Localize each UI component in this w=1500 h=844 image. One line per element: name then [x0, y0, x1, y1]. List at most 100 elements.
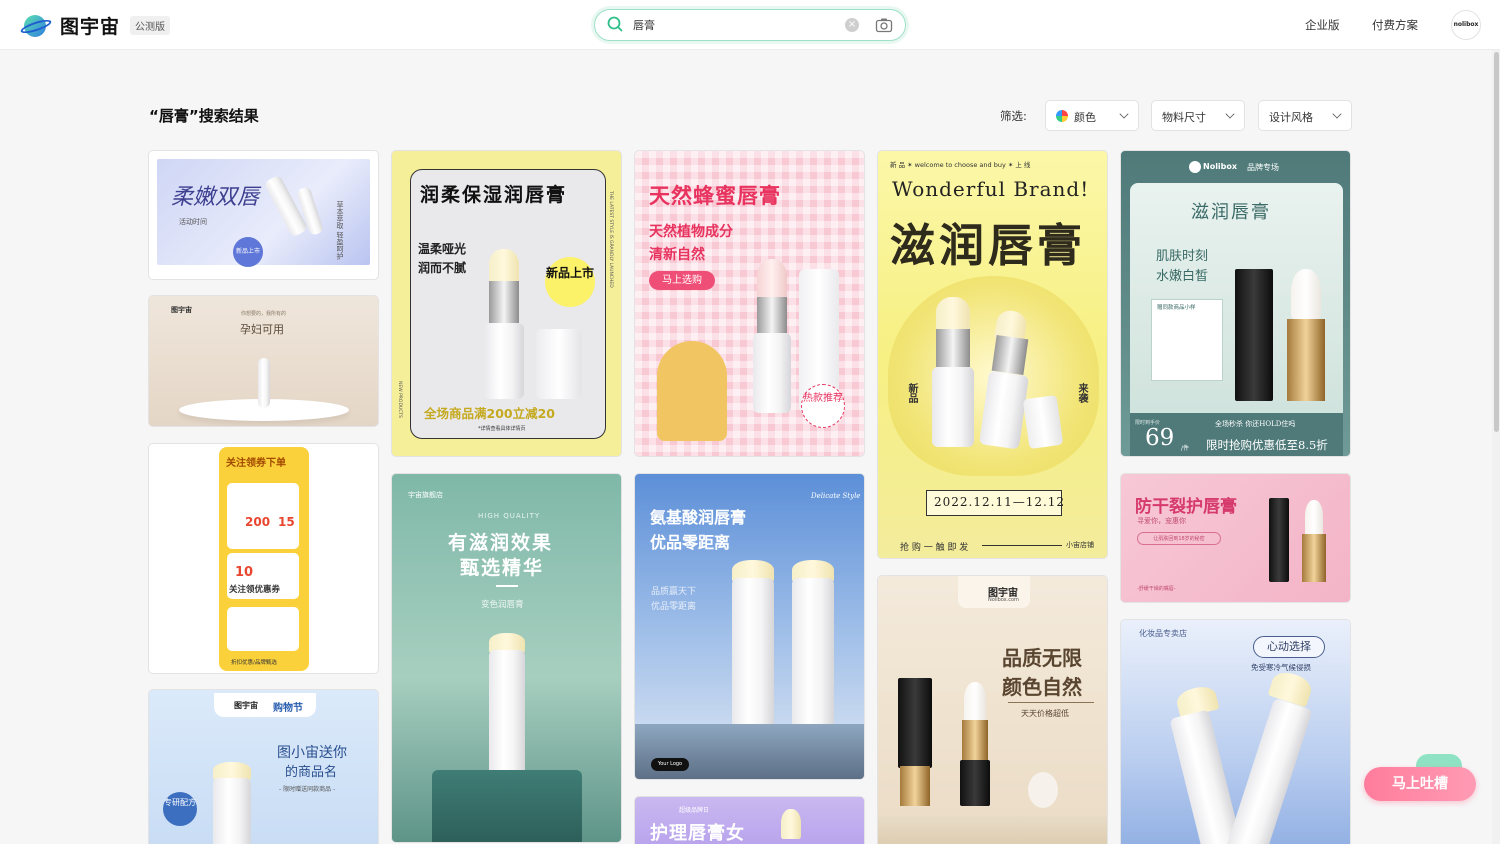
- card-brand-sub: Nolibox.com: [988, 597, 1019, 603]
- size-filter-label: 物料尺寸: [1162, 111, 1206, 124]
- template-card[interactable]: 超级品牌日 护理唇膏女: [634, 796, 865, 844]
- color-filter-dropdown[interactable]: 颜色: [1045, 100, 1139, 131]
- card-gift: 赠同款商品小样: [1157, 305, 1196, 311]
- chevron-down-icon: [1332, 109, 1342, 119]
- card-side-text: THE LATEST STYLE IS GRANDLY LAUNCHED: [608, 191, 613, 288]
- card-badge: 专研配方: [163, 792, 197, 826]
- card-subtitle: 清新自然: [649, 247, 705, 263]
- color-filter-label: 颜色: [1074, 111, 1096, 124]
- card-title: 润柔保湿润唇膏: [420, 184, 568, 206]
- template-card[interactable]: Delicate Style 氨基酸润唇膏 优品零距离 品质赢天下 优品零距离 …: [634, 473, 865, 780]
- card-brand: 图宇宙: [234, 701, 258, 710]
- card-brand: 图宇宙: [171, 306, 192, 314]
- card-subtitle: 品质赢天下: [651, 587, 697, 597]
- color-wheel-icon: [1056, 110, 1068, 122]
- brand-logo[interactable]: 图宇宙 公测版: [19, 12, 171, 39]
- card-title: 优品零距离: [650, 533, 731, 552]
- brand-name: 图宇宙: [60, 16, 121, 38]
- card-title: 防干裂护唇膏: [1135, 497, 1237, 517]
- card-subtitle: 天天价格超低: [1021, 709, 1069, 718]
- card-promo: 限时抢购优惠低至8.5折: [1206, 438, 1328, 452]
- card-note: 全场秒杀 你还HOLD住吗: [1215, 420, 1296, 428]
- price-unit: /件: [1181, 445, 1190, 452]
- beta-badge: 公测版: [130, 16, 171, 35]
- card-title: 甄选精华: [460, 557, 545, 579]
- planet-logo-icon: [19, 13, 53, 39]
- chevron-down-icon: [1119, 109, 1129, 119]
- template-card[interactable]: 新 品 ✶ welcome to choose and buy ✶ 上 线 Wo…: [877, 150, 1108, 559]
- template-card[interactable]: 关注领券下单 200 15 10 关注领优惠券 折扣优惠/品牌甄选: [148, 443, 379, 674]
- card-subtitle: 天然植物成分: [649, 224, 733, 240]
- card-title: 氨基酸润唇膏: [650, 508, 747, 527]
- template-card[interactable]: 防干裂护唇膏 寻爱你，宠惠你 让肌肤回到18岁的秘密 -舒缓干燥的嘴唇-: [1120, 473, 1351, 603]
- template-card[interactable]: 天然蜂蜜唇膏 天然植物成分 清新自然 马上选购 热款推荐: [634, 150, 865, 457]
- card-topline: 新 品 ✶ welcome to choose and buy ✶ 上 线: [890, 161, 1031, 169]
- card-side-text: 新品: [906, 383, 917, 403]
- card-title: 有滋润效果: [448, 532, 554, 554]
- coupon-amount: 200: [245, 515, 271, 529]
- template-card[interactable]: 化妆品专卖店 心动选择 免受寒冷气候侵损: [1120, 619, 1351, 844]
- card-subtitle: 优品零距离: [651, 602, 697, 612]
- style-filter-dropdown[interactable]: 设计风格: [1258, 100, 1352, 131]
- template-card[interactable]: 润柔保湿润唇膏 温柔哑光 润而不腻 新品上市 全场商品满200立减20 *详情查…: [391, 150, 622, 457]
- coupon-amount: 10: [235, 565, 254, 580]
- search-input[interactable]: [633, 16, 833, 34]
- card-subtitle: 你想要的，我所有的: [241, 311, 287, 317]
- card-subtitle: 免受寒冷气候侵损: [1251, 663, 1311, 672]
- card-badge: 让肌肤回到18岁的秘密: [1137, 532, 1221, 545]
- card-brand: Nolibox: [1203, 162, 1238, 171]
- card-brand: Wonderful Brand!: [892, 177, 1090, 201]
- card-title: 天然蜂蜜唇膏: [649, 184, 781, 208]
- card-label: HIGH QUALITY: [478, 512, 541, 520]
- camera-search-icon[interactable]: [875, 17, 893, 33]
- card-subtitle: 变色润唇膏: [481, 600, 524, 610]
- size-filter-dropdown[interactable]: 物料尺寸: [1151, 100, 1245, 131]
- card-promo: 全场商品满200立减20: [424, 406, 555, 421]
- template-card[interactable]: 图宇宙 你想要的，我所有的 孕妇可用: [148, 295, 379, 427]
- style-filter-label: 设计风格: [1269, 111, 1313, 124]
- filter-label: 筛选:: [1000, 109, 1027, 123]
- card-footer: -舒缓干燥的嘴唇-: [1137, 586, 1176, 592]
- scrollbar-thumb[interactable]: [1494, 52, 1499, 432]
- template-card[interactable]: 宇宙旗舰店 HIGH QUALITY 有滋润效果 甄选精华 变色润唇膏: [391, 473, 622, 843]
- card-title: 护理唇膏女: [650, 823, 745, 844]
- template-card[interactable]: 图宇宙 购物节 图小宙送你 的商品名 - 限时赠送同款商品 - 专研配方: [148, 689, 379, 844]
- template-card[interactable]: Nolibox 品牌专场 滋润唇膏 肌肤时刻 水嫩白皙 赠同款商品小样 限时到手…: [1120, 150, 1351, 457]
- card-shop: 小宙店铺: [1066, 541, 1094, 549]
- card-title: 颜色自然: [1002, 675, 1082, 699]
- nav-pricing[interactable]: 付费方案: [1372, 17, 1418, 33]
- card-side-text: NEW PRODUCTS: [397, 381, 402, 418]
- card-title: 滋润唇膏: [890, 219, 1087, 272]
- coupon-label: 关注领优惠券: [229, 585, 281, 595]
- shop-now-button[interactable]: 马上选购: [649, 271, 715, 290]
- user-avatar[interactable]: nolibox: [1451, 10, 1481, 40]
- card-subtitle: 活动时间: [179, 218, 207, 226]
- card-side-text: 草本萃取 轻盈呵护: [336, 201, 344, 260]
- card-title: 品质无限: [1002, 646, 1082, 670]
- clear-search-icon[interactable]: ×: [845, 18, 859, 32]
- card-side-text: 来袭: [1076, 383, 1087, 403]
- price-value: 69: [1145, 425, 1175, 451]
- card-subtitle: 寻爱你，宠惠你: [1137, 517, 1186, 525]
- card-subtitle: 温柔哑光: [418, 242, 467, 256]
- card-badge: 新品上市: [545, 257, 595, 307]
- card-note: *详情查看具体详情页: [478, 426, 526, 432]
- card-badge: 心动选择: [1253, 636, 1325, 658]
- card-tag: 购物节: [273, 703, 303, 714]
- template-card[interactable]: 柔嫩双唇 活动时间 草本萃取 轻盈呵护 新品上市: [148, 150, 379, 280]
- template-card[interactable]: 图宇宙 Nolibox.com 品质无限 颜色自然 天天价格超低: [877, 575, 1108, 844]
- card-brand: 宇宙旗舰店: [408, 491, 443, 499]
- nav-enterprise[interactable]: 企业版: [1305, 17, 1340, 33]
- card-subtitle: 水嫩白皙: [1156, 269, 1209, 284]
- card-title: 关注领券下单: [226, 458, 286, 469]
- results-title: “唇膏”搜索结果: [149, 107, 259, 125]
- card-title: 的商品名: [285, 765, 338, 780]
- card-script: Delicate Style: [811, 492, 861, 500]
- card-logo: Your Logo: [651, 758, 689, 771]
- card-subtitle: - 限时赠送同款商品 -: [279, 786, 336, 793]
- search-icon: [607, 16, 623, 32]
- card-tag: 品牌专场: [1247, 163, 1279, 172]
- search-box[interactable]: ×: [594, 9, 906, 41]
- feedback-button[interactable]: 马上吐槽: [1364, 767, 1476, 801]
- card-badge: 热款推荐: [801, 384, 845, 428]
